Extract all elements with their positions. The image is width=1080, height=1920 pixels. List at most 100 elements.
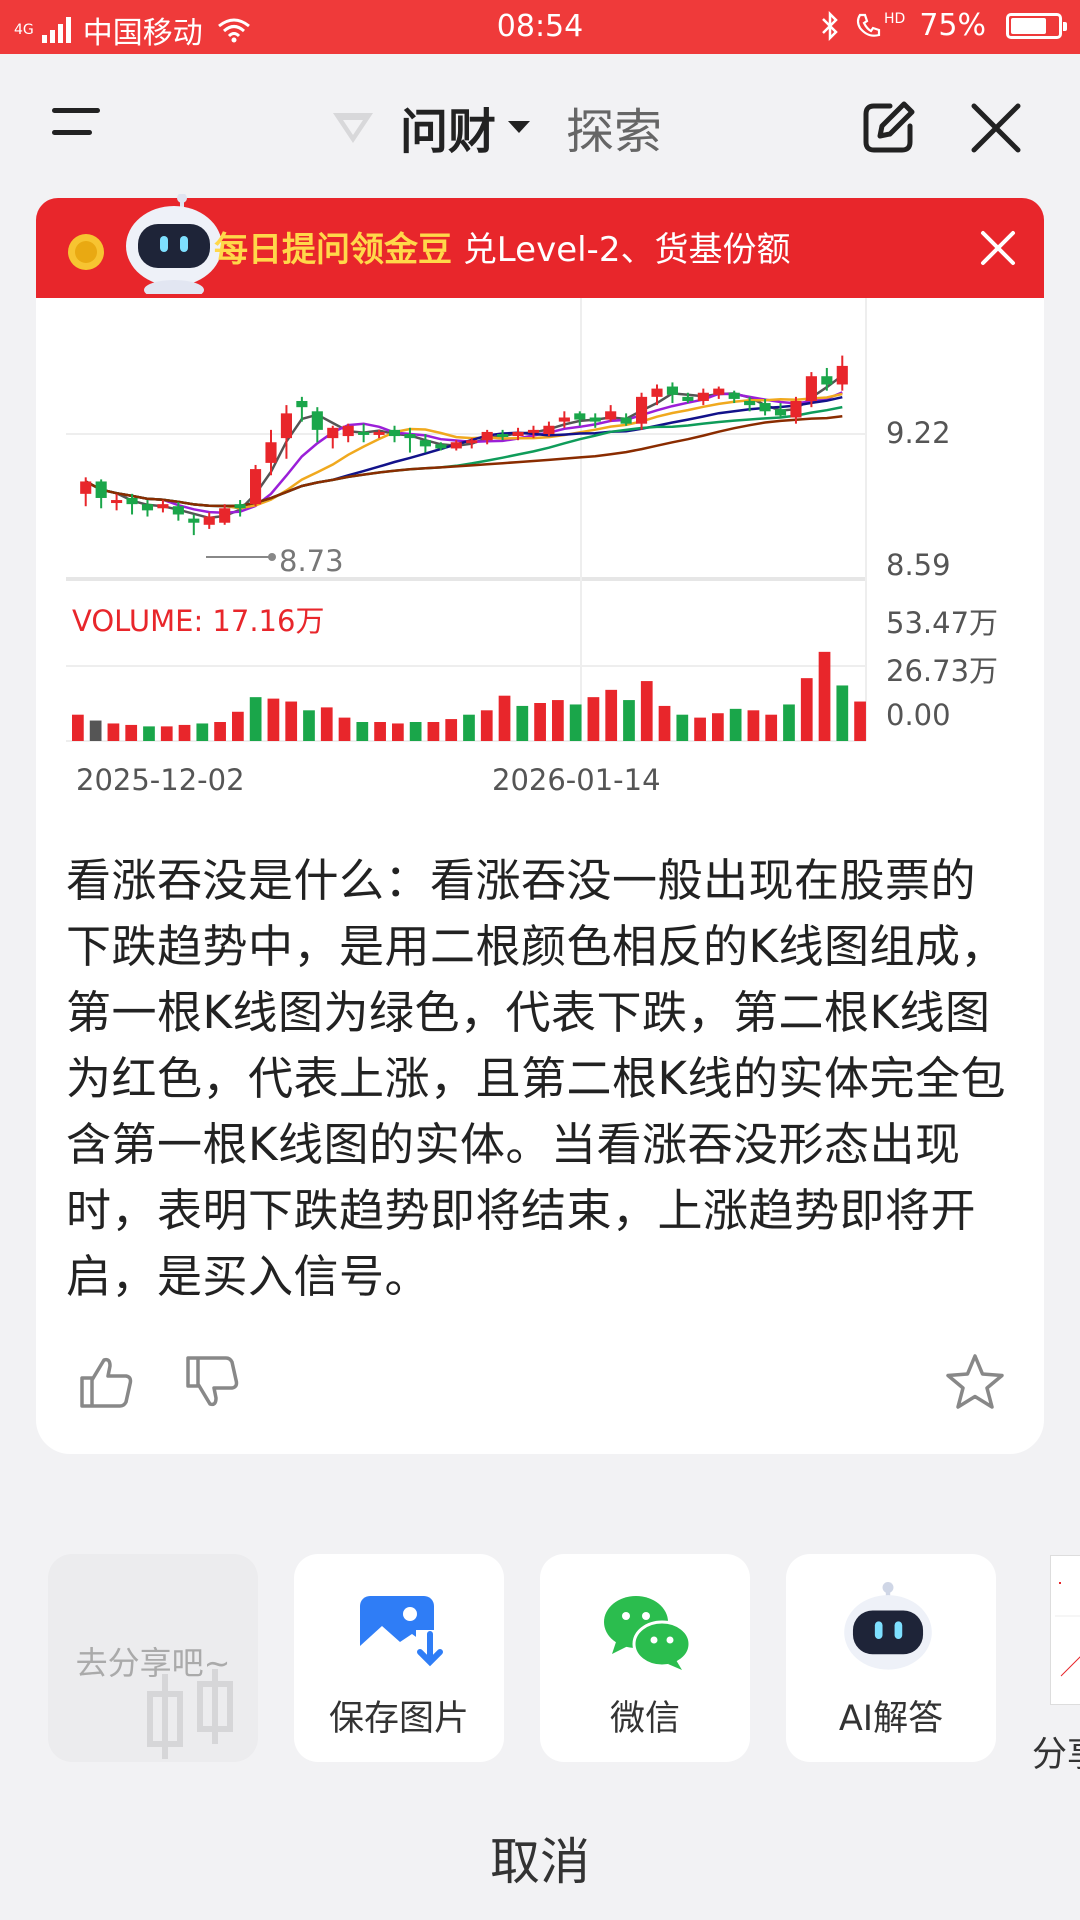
volume-bar: [374, 722, 386, 741]
volume-bar: [658, 705, 671, 741]
volume-tick-label: 0.00: [886, 698, 951, 732]
moving-average-line: [85, 391, 843, 515]
phone-icon: [856, 13, 881, 37]
save-image-icon: [360, 1596, 444, 1674]
volume-bar: [249, 697, 262, 741]
hd-call-indicator: HD: [854, 12, 905, 40]
moving-average-line: [85, 405, 843, 508]
volume-bar: [303, 710, 315, 741]
candle-body: [728, 392, 740, 399]
candle-body: [497, 434, 509, 437]
chevron-down-icon[interactable]: [508, 121, 531, 133]
candle-body: [574, 413, 586, 420]
ai-answer-button[interactable]: AI解答: [786, 1554, 996, 1762]
hd-label: HD: [884, 10, 906, 27]
candle-body: [666, 386, 678, 395]
edit-icon[interactable]: [860, 100, 916, 156]
volume-bar: [125, 724, 138, 741]
candle-body: [111, 500, 123, 504]
candle-body: [512, 431, 524, 437]
app-logo-icon: [333, 113, 373, 143]
kline-chart: 9.22 8.59 53.47万 26.73万 0.00 VOLUME: 17.…: [36, 270, 1044, 810]
price-tick-label: 8.59: [886, 548, 951, 582]
price-tick-label: 9.22: [886, 416, 951, 450]
menu-icon[interactable]: [52, 104, 116, 144]
candle-body: [280, 413, 292, 439]
volume-bar: [569, 704, 582, 741]
status-bar: 4G 中国移动 08:54 HD 75%: [0, 0, 1080, 54]
candle-body: [605, 411, 617, 420]
candle-body: [774, 409, 787, 416]
volume-bar: [89, 720, 102, 741]
save-image-button[interactable]: 保存图片: [294, 1554, 504, 1762]
candle-body: [821, 376, 833, 385]
volume-bar: [640, 681, 653, 741]
candle-body: [759, 403, 771, 412]
candle-body: [620, 417, 632, 424]
banner-close-icon[interactable]: [980, 230, 1016, 266]
volume-bar: [747, 710, 760, 741]
volume-bar: [480, 710, 493, 741]
bluetooth-icon: [822, 10, 838, 41]
candle-body: [188, 518, 200, 523]
candle-body: [466, 440, 478, 444]
wechat-label: 微信: [609, 1699, 680, 1739]
volume-bar: [445, 719, 458, 741]
volume-bar: [765, 714, 778, 741]
date-axis-label: 2026-01-14: [492, 763, 661, 797]
candle-body: [95, 481, 107, 498]
volume-bar: [178, 724, 191, 741]
banner-subtext: 兑Level-2、货基份额: [462, 230, 791, 270]
volume-bar: [285, 701, 298, 741]
candle-body: [527, 429, 540, 433]
volume-tick-label: 26.73万: [886, 654, 999, 688]
volume-bar: [232, 711, 244, 741]
candle-body: [636, 396, 648, 424]
volume-bar: [552, 700, 564, 741]
candle-body: [450, 442, 462, 449]
thumbs-up-icon[interactable]: [76, 1352, 136, 1412]
cancel-button[interactable]: 取消: [0, 1822, 1080, 1894]
candle-body: [589, 417, 601, 422]
volume-bar: [160, 726, 173, 741]
volume-bar: [427, 722, 440, 741]
candle-body: [296, 400, 308, 408]
candle-body: [172, 506, 184, 515]
robot-icon: [844, 1582, 932, 1670]
chart-thumbnail-icon: [1055, 1582, 1080, 1677]
volume-bar: [338, 717, 351, 741]
candle-body: [713, 388, 725, 395]
wechat-share-button[interactable]: 微信: [540, 1554, 750, 1762]
candle-body: [80, 481, 92, 494]
volume-bar: [605, 689, 618, 741]
volume-bar: [712, 713, 724, 741]
candle-body: [651, 388, 663, 397]
candle-body: [481, 431, 493, 441]
wechat-icon: [604, 1596, 692, 1670]
volume-bar: [729, 708, 742, 741]
candle-body: [805, 376, 817, 401]
banner-text: 每日提问领金豆 兑Level-2、货基份额: [214, 222, 790, 271]
candle-body: [126, 497, 138, 505]
star-icon[interactable]: [944, 1352, 1006, 1414]
date-axis-label: 2025-12-02: [76, 763, 245, 797]
robot-mascot-icon: [68, 194, 222, 294]
volume-bar: [623, 700, 635, 741]
candle-body: [234, 504, 246, 509]
promo-banner[interactable]: 每日提问领金豆 兑Level-2、货基份额: [36, 194, 1044, 298]
volume-bar: [409, 722, 422, 741]
volume-bar: [214, 722, 226, 741]
tab-explore[interactable]: 探索: [566, 92, 662, 162]
candle-body: [836, 365, 848, 385]
thumbs-down-icon[interactable]: [182, 1352, 242, 1412]
tab-wencai[interactable]: 问财: [400, 92, 496, 162]
volume-label: VOLUME: 17.16万: [72, 604, 325, 638]
candle-body: [744, 400, 756, 406]
volume-bar: [392, 723, 404, 741]
share-preview-thumbnail[interactable]: [1050, 1555, 1080, 1705]
volume-bar: [143, 726, 155, 741]
candle-body: [157, 504, 169, 509]
candle-body: [435, 444, 447, 449]
answer-card: 9.22 8.59 53.47万 26.73万 0.00 VOLUME: 17.…: [36, 270, 1044, 1454]
close-icon[interactable]: [970, 102, 1022, 154]
